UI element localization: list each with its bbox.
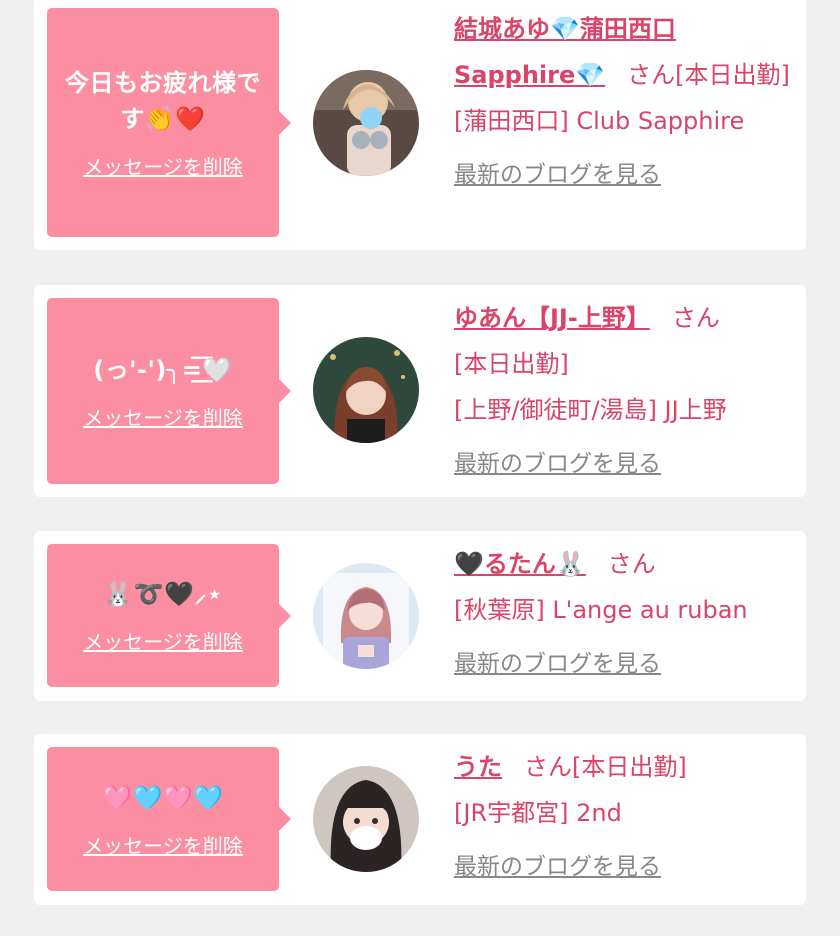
- shop-info: [蒲田西口] Club Sapphire: [454, 107, 745, 135]
- message-card: 今日もお疲れ様です👏❤️ メッセージを削除 結城あゆ💎蒲田西口Sapphire💎…: [34, 0, 806, 250]
- honorific: さん: [607, 550, 656, 578]
- cast-name-link[interactable]: うた: [454, 753, 502, 781]
- delete-message-link[interactable]: メッセージを削除: [83, 402, 243, 431]
- avatar[interactable]: [313, 337, 419, 443]
- avatar[interactable]: [313, 70, 419, 176]
- message-card: 🐰➰🖤⸝⋆ メッセージを削除 🖤るたん🐰 さん [秋葉原] L'ange au r…: [34, 531, 806, 701]
- work-status: [本日出勤]: [675, 61, 790, 89]
- message-bubble: 🐰➰🖤⸝⋆ メッセージを削除: [47, 544, 291, 687]
- message-card: 🩷🩵🩷🩵 メッセージを削除 うた さん[本日出勤] [JR宇都宮] 2nd 最新の…: [34, 734, 806, 905]
- message-text: 🩷🩵🩷🩵: [102, 783, 224, 812]
- work-status: [本日出勤]: [454, 350, 569, 378]
- delete-message-link[interactable]: メッセージを削除: [83, 626, 243, 655]
- cast-name-link[interactable]: 🖤るたん🐰: [454, 550, 586, 578]
- delete-message-link[interactable]: メッセージを削除: [83, 830, 243, 859]
- work-status: [本日出勤]: [572, 753, 687, 781]
- view-blog-link[interactable]: 最新のブログを見る: [454, 641, 661, 687]
- shop-info: [JR宇都宮] 2nd: [454, 799, 622, 827]
- cast-info: 結城あゆ💎蒲田西口Sapphire💎 さん[本日出勤] [蒲田西口] Club S…: [454, 6, 794, 198]
- cast-info: ゆあん【JJ-上野】 さん [本日出勤] [上野/御徒町/湯島] JJ上野 最新の…: [454, 295, 794, 487]
- cast-info: 🖤るたん🐰 さん [秋葉原] L'ange au ruban 最新のブログを見る: [454, 541, 794, 687]
- shop-info: [秋葉原] L'ange au ruban: [454, 596, 748, 624]
- message-bubble: (っ'-')╮=͟͟͞͞🤍 メッセージを削除: [47, 298, 291, 484]
- message-text: 🐰➰🖤⸝⋆: [103, 580, 223, 608]
- delete-message-link[interactable]: メッセージを削除: [83, 151, 243, 180]
- message-text: 今日もお疲れ様です👏❤️: [65, 69, 261, 133]
- view-blog-link[interactable]: 最新のブログを見る: [454, 441, 661, 487]
- view-blog-link[interactable]: 最新のブログを見る: [454, 844, 661, 890]
- shop-info: [上野/御徒町/湯島] JJ上野: [454, 396, 727, 424]
- message-card: (っ'-')╮=͟͟͞͞🤍 メッセージを削除 ゆあん【JJ-上野】 さん [本日出…: [34, 285, 806, 497]
- cast-info: うた さん[本日出勤] [JR宇都宮] 2nd 最新のブログを見る: [454, 744, 794, 890]
- avatar[interactable]: [313, 766, 419, 872]
- message-text: (っ'-')╮=͟͟͞͞🤍: [93, 355, 233, 384]
- message-bubble: 今日もお疲れ様です👏❤️ メッセージを削除: [47, 8, 291, 237]
- honorific: さん: [524, 753, 572, 781]
- message-bubble: 🩷🩵🩷🩵 メッセージを削除: [47, 747, 291, 891]
- cast-name-link[interactable]: ゆあん【JJ-上野】: [454, 304, 650, 332]
- avatar[interactable]: [313, 563, 419, 669]
- honorific: さん: [627, 61, 676, 89]
- view-blog-link[interactable]: 最新のブログを見る: [454, 152, 661, 198]
- message-list: 今日もお疲れ様です👏❤️ メッセージを削除 結城あゆ💎蒲田西口Sapphire💎…: [0, 0, 840, 936]
- honorific: さん: [671, 304, 720, 332]
